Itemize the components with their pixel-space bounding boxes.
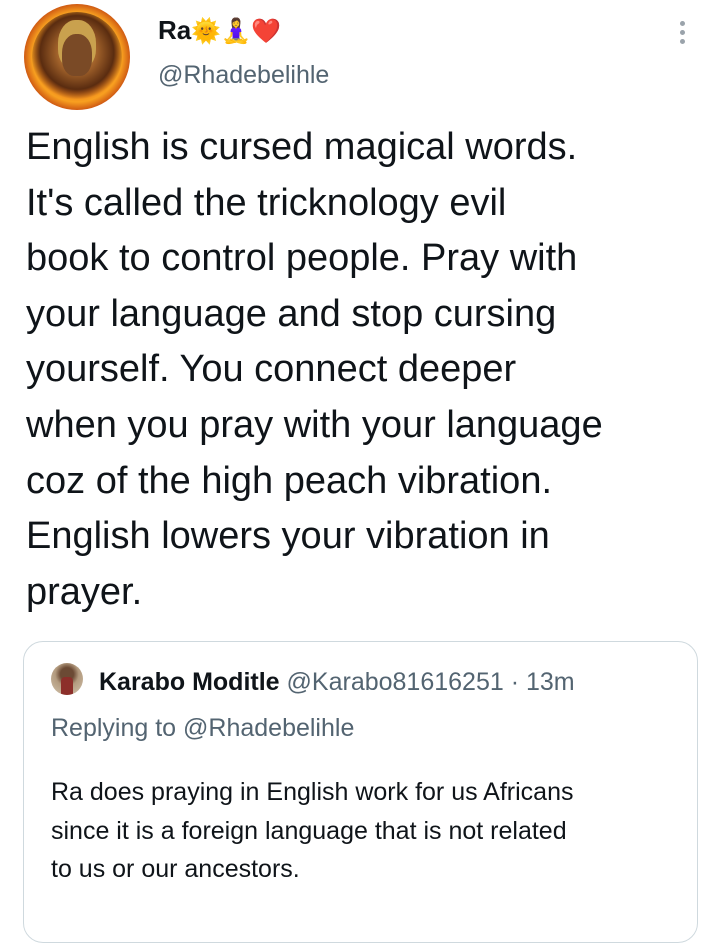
replying-to-label: Replying to @Rhadebelihle	[51, 714, 355, 742]
quoted-tweet-time[interactable]: 13m	[526, 668, 575, 696]
author-handle[interactable]: @Rhadebelihle	[158, 59, 329, 91]
quoted-author-avatar[interactable]	[51, 663, 83, 695]
more-vertical-icon	[679, 20, 685, 26]
author-display-name[interactable]: Ra🌞🧘‍♀️❤️	[158, 14, 281, 48]
author-avatar[interactable]	[24, 4, 130, 110]
quoted-tweet-header: Karabo Moditle @Karabo81616251 · 13m	[99, 666, 575, 698]
quoted-tweet-card[interactable]: Karabo Moditle @Karabo81616251 · 13m Rep…	[23, 641, 698, 943]
meditating-person-emoji-icon: 🧘‍♀️	[221, 18, 252, 45]
more-dot	[679, 38, 685, 44]
quoted-tweet-text: Ra does praying in English work for us A…	[51, 778, 574, 883]
sun-emoji-icon: 🌞	[191, 18, 222, 45]
author-name-text: Ra	[158, 15, 192, 45]
meta-separator: ·	[510, 668, 520, 696]
red-heart-emoji-icon: ❤️	[251, 18, 281, 45]
tweet-text: English is cursed magical words. It's ca…	[26, 126, 603, 613]
avatar-figure	[61, 677, 73, 695]
quoted-author-name[interactable]: Karabo Moditle	[99, 668, 280, 696]
more-options-button[interactable]	[670, 14, 694, 50]
quoted-author-handle[interactable]: @Karabo81616251	[287, 668, 504, 696]
more-dot	[679, 29, 685, 35]
avatar-face	[62, 34, 92, 76]
